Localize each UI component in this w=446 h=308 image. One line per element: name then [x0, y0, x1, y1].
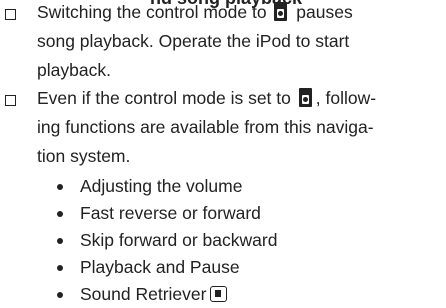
bullet-icon [57, 184, 63, 190]
list-item: Sound Retriever [0, 281, 446, 308]
ctrl-mode-icon [274, 2, 288, 21]
ctrl-mode-icon [298, 88, 312, 107]
note-checkbox-icon [5, 95, 16, 106]
bullet-icon [57, 292, 63, 298]
note-1-line-3: playback. [37, 60, 111, 80]
available-functions-list: Adjusting the volume Fast reverse or for… [0, 173, 446, 308]
note-checkbox-icon [5, 9, 16, 20]
bullet-icon [57, 265, 63, 271]
list-item: Adjusting the volume [0, 173, 446, 200]
note-2-line-2: ing functions are available from this na… [37, 117, 374, 137]
list-item: Fast reverse or forward [0, 200, 446, 227]
note-2-line-3: tion system. [37, 146, 131, 166]
note-1-line-1: Switching the control mode to pauses [37, 2, 353, 22]
bullet-icon [57, 238, 63, 244]
sound-retriever-icon [210, 286, 228, 302]
note-2-line-1: Even if the control mode is set to , fol… [37, 88, 377, 108]
note-2-text: Even if the control mode is set to , fol… [37, 84, 442, 171]
note-1-text: Switching the control mode to pauses son… [37, 0, 442, 85]
bullet-icon [57, 211, 63, 217]
note-1-line-2: song playback. Operate the iPod to start [37, 31, 350, 51]
list-item: Playback and Pause [0, 254, 446, 281]
list-item: Skip forward or backward [0, 227, 446, 254]
